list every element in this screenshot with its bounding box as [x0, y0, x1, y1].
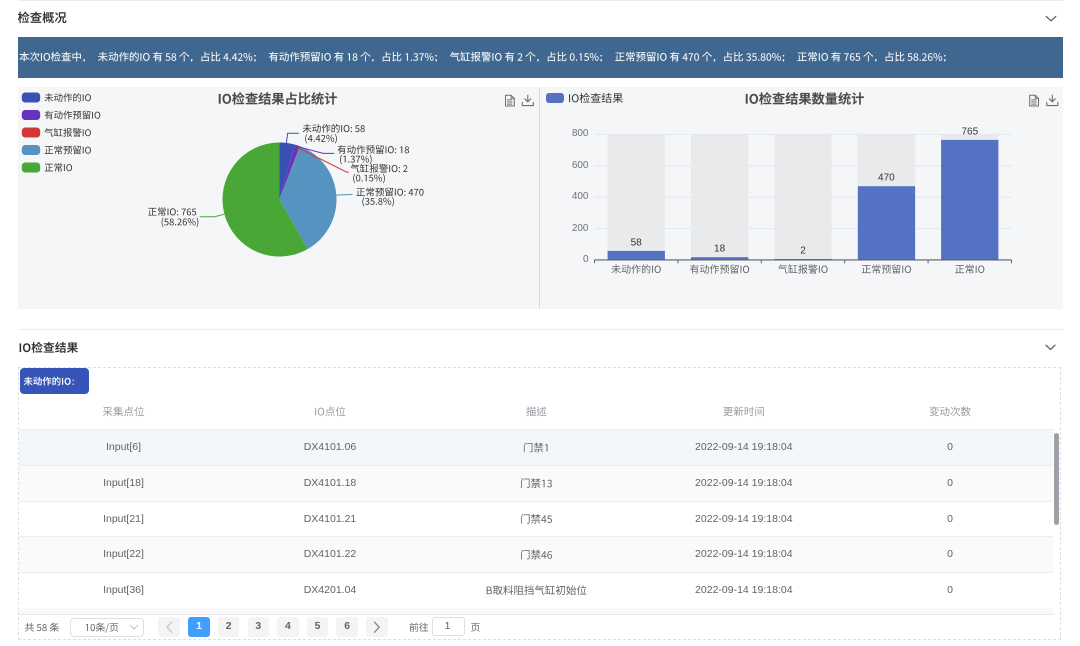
svg-text:765: 765	[961, 126, 978, 137]
svg-text:58: 58	[631, 237, 643, 248]
svg-text:2: 2	[800, 246, 806, 257]
svg-text:18: 18	[714, 244, 726, 255]
svg-text:470: 470	[878, 173, 895, 184]
